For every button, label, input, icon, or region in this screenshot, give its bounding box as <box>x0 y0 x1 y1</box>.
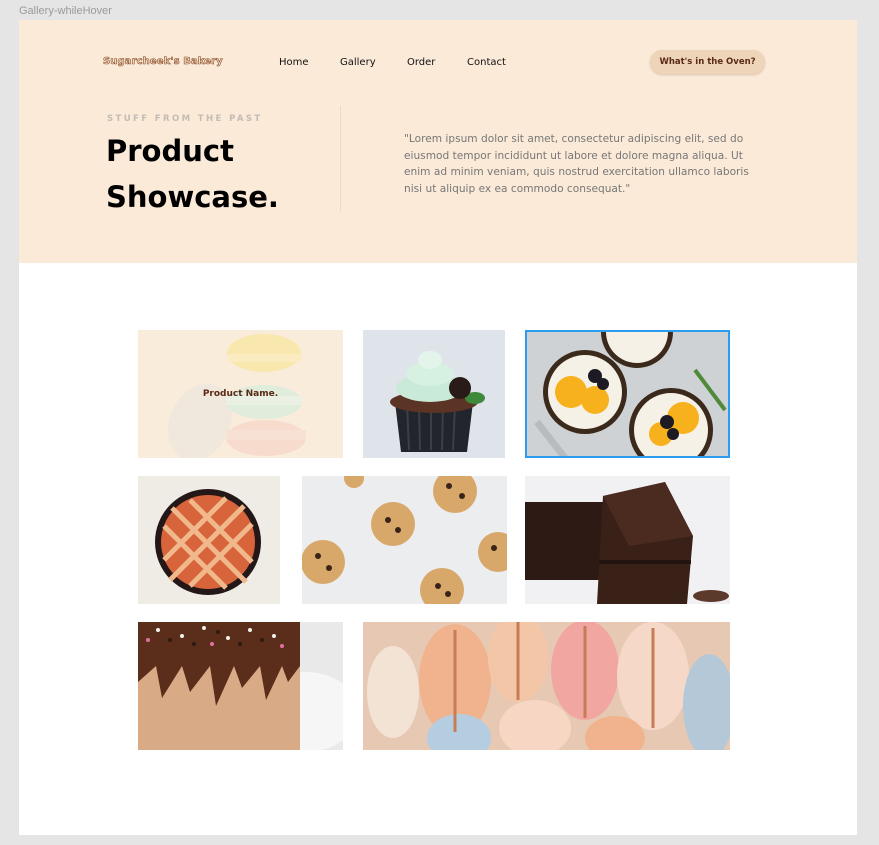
drip-cake-image <box>138 622 343 750</box>
gallery-item-brownies[interactable] <box>525 476 730 604</box>
brownies-image <box>525 476 730 604</box>
page-title: Product Showcase. <box>106 128 326 220</box>
gallery-item-macarons-pile[interactable] <box>363 622 730 750</box>
gallery-item-lattice-pie[interactable] <box>138 476 280 604</box>
cookies-image <box>302 476 507 604</box>
nav-gallery-link[interactable]: Gallery <box>340 57 376 68</box>
nav-order-link[interactable]: Order <box>407 57 435 68</box>
hero-quote: "Lorem ipsum dolor sit amet, consectetur… <box>404 133 749 195</box>
gallery-item-macarons-stack[interactable]: Product Name. <box>138 330 343 458</box>
fruit-tarts-image <box>525 330 730 458</box>
lattice-pie-image <box>138 476 280 604</box>
section-eyebrow: STUFF FROM THE PAST <box>107 114 263 124</box>
gallery-page: Sugarcheek's Bakery Home Gallery Order C… <box>19 20 857 835</box>
gallery-item-drip-cake[interactable] <box>138 622 343 750</box>
gallery-item-fruit-tarts[interactable] <box>525 330 730 458</box>
product-name-hover-label: Product Name. <box>138 330 343 458</box>
macarons-pile-image <box>363 622 730 750</box>
hero-section: Sugarcheek's Bakery Home Gallery Order C… <box>19 20 857 263</box>
cupcake-image <box>363 330 505 458</box>
frame-label: Gallery-whileHover <box>19 5 112 17</box>
gallery-item-cookies[interactable] <box>302 476 507 604</box>
nav-home-link[interactable]: Home <box>279 57 309 68</box>
gallery-item-cupcake[interactable] <box>363 330 505 458</box>
whats-in-oven-button[interactable]: What's in the Oven? <box>650 50 765 74</box>
page-title-line2: Showcase. <box>106 180 279 214</box>
nav-contact-link[interactable]: Contact <box>467 57 506 68</box>
brand-logo[interactable]: Sugarcheek's Bakery <box>103 56 223 68</box>
page-title-line1: Product <box>106 134 234 168</box>
hero-divider <box>340 106 341 212</box>
